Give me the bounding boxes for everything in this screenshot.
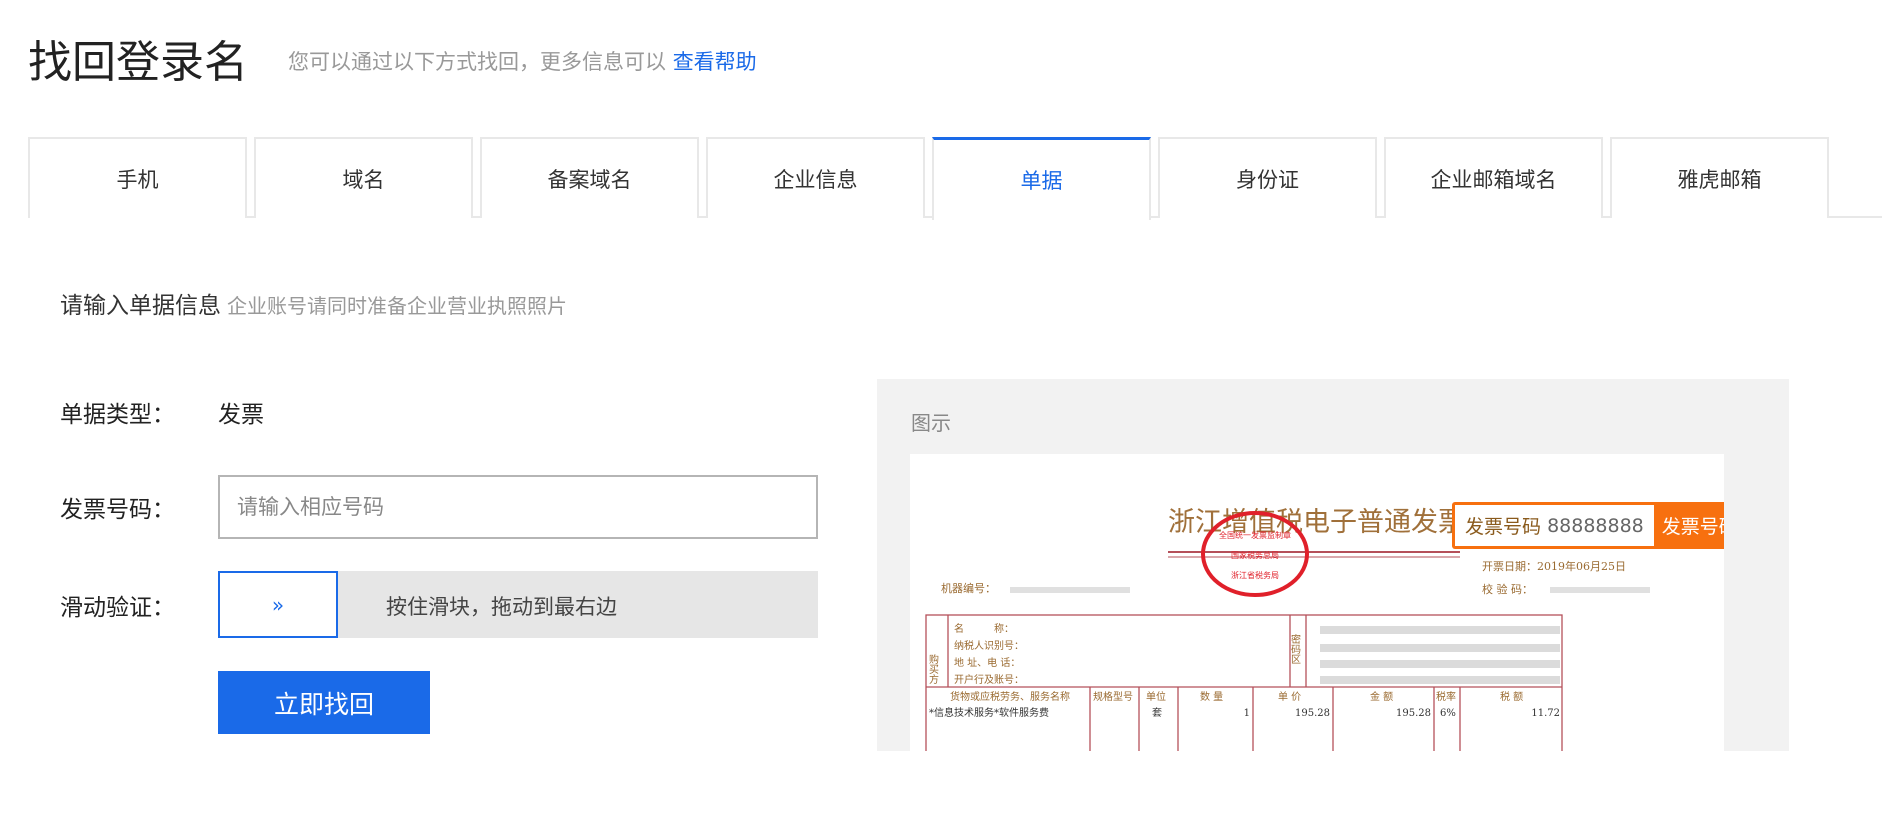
method-tabs: 手机 域名 备案域名 企业信息 单据 身份证 企业邮箱域名 雅虎邮箱 <box>28 137 1882 220</box>
tab-icp-domain[interactable]: 备案域名 <box>480 137 699 218</box>
help-link[interactable]: 查看帮助 <box>673 50 757 74</box>
buyer-label: 购买方 <box>927 653 939 685</box>
col-unit: 单位 <box>1146 690 1166 703</box>
section-hint: 企业账号请同时准备企业营业执照照片 <box>227 294 567 318</box>
tab-id-card[interactable]: 身份证 <box>1158 137 1377 218</box>
section-title-text: 请输入单据信息 <box>60 293 221 319</box>
slider-handle[interactable]: » <box>218 571 338 638</box>
buyer-address-label: 地 址、电 话： <box>954 656 1020 669</box>
slider-label: 滑动验证： <box>60 595 175 621</box>
tab-enterprise-mail-domain[interactable]: 企业邮箱域名 <box>1384 137 1603 218</box>
subtitle-text: 您可以通过以下方式找回，更多信息可以 <box>288 50 666 74</box>
callout-value: 88888888 <box>1547 514 1644 537</box>
invoice-machine-no: 机器编号： <box>941 581 996 595</box>
cipher-area-label: 密码区 <box>1289 633 1301 664</box>
tab-domain[interactable]: 域名 <box>254 137 473 218</box>
row-amount: 195.28 <box>1396 708 1431 719</box>
tab-phone[interactable]: 手机 <box>28 137 247 218</box>
row-goods: *信息技术服务*软件服务费 <box>929 706 1049 719</box>
page-title: 找回登录名 <box>28 37 248 88</box>
example-label: 图示 <box>911 411 951 435</box>
row-price: 195.28 <box>1295 708 1330 719</box>
seal-top-text: 全国统一发票监制章 <box>1219 530 1291 540</box>
col-goods: 货物或应税劳务、服务名称 <box>950 690 1070 703</box>
invoice-number-callout: 发票号码 88888888 发票号码 <box>1452 502 1724 549</box>
number-label: 发票号码： <box>60 497 175 523</box>
buyer-bank-label: 开户行及账号： <box>954 673 1024 686</box>
submit-button[interactable]: 立即找回 <box>218 671 430 734</box>
col-price: 单 价 <box>1278 691 1301 703</box>
example-panel: 图示 浙江增值税电子普通发票 开票日期：2019年06月25日 校 验 码： 机… <box>877 379 1789 751</box>
type-value: 发票 <box>218 402 264 428</box>
tab-company-info[interactable]: 企业信息 <box>706 137 925 218</box>
row-unit: 套 <box>1152 706 1162 719</box>
seal-mid-text: 国家税务总局 <box>1231 550 1279 560</box>
invoice-date: 开票日期：2019年06月25日 <box>1482 559 1626 573</box>
invoice-example-image: 浙江增值税电子普通发票 开票日期：2019年06月25日 校 验 码： 机器编号… <box>910 454 1724 751</box>
invoice-title: 浙江增值税电子普通发票 <box>1168 507 1465 538</box>
double-chevron-right-icon: » <box>271 592 285 617</box>
seal-bottom-text: 浙江省税务局 <box>1231 570 1279 580</box>
col-qty: 数 量 <box>1200 690 1223 703</box>
type-label: 单据类型： <box>60 402 175 428</box>
section-title: 请输入单据信息 企业账号请同时准备企业营业执照照片 <box>60 286 567 320</box>
col-spec: 规格型号 <box>1093 690 1133 703</box>
slider-hint: 按住滑块，拖动到最右边 <box>386 595 617 619</box>
row-rate: 6% <box>1440 708 1456 719</box>
invoice-number-input[interactable] <box>218 475 818 539</box>
col-amount: 金 额 <box>1370 690 1393 703</box>
tab-yahoo-mail[interactable]: 雅虎邮箱 <box>1610 137 1829 218</box>
buyer-taxid-label: 纳税人识别号： <box>954 639 1024 652</box>
invoice-check-code: 校 验 码： <box>1482 582 1533 596</box>
col-tax: 税 额 <box>1500 690 1523 703</box>
page-subtitle: 您可以通过以下方式找回，更多信息可以 查看帮助 <box>288 46 757 76</box>
row-tax: 11.72 <box>1531 708 1560 719</box>
col-rate: 税率 <box>1436 690 1456 703</box>
invoice-illustration: 浙江增值税电子普通发票 开票日期：2019年06月25日 校 验 码： 机器编号… <box>925 507 1650 751</box>
slide-verification: » 按住滑块，拖动到最右边 <box>218 571 818 638</box>
tab-receipt[interactable]: 单据 <box>932 137 1151 220</box>
callout-field: 发票号码 <box>1465 516 1542 538</box>
callout-tag: 发票号码 <box>1661 516 1724 538</box>
row-qty: 1 <box>1244 708 1250 719</box>
buyer-name-label: 名 称： <box>954 622 1014 635</box>
